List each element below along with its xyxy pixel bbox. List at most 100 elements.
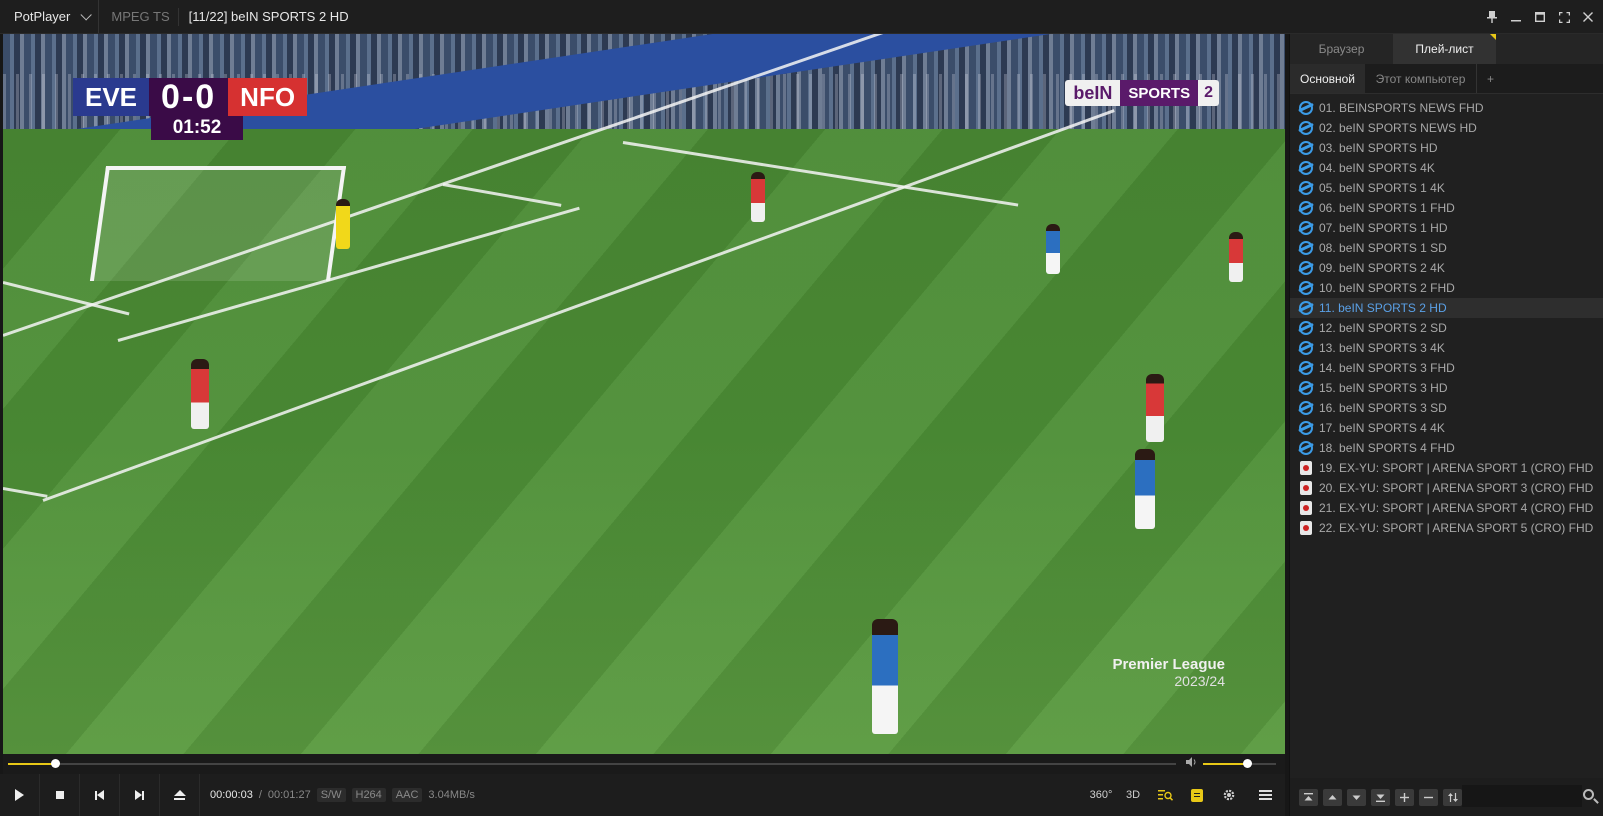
playlist-item[interactable]: 02. beIN SPORTS NEWS HD [1290,118,1603,138]
player-red [1146,374,1164,442]
playlist-item-label: 06. beIN SPORTS 1 FHD [1319,201,1455,215]
fullscreen-icon[interactable] [1555,8,1573,26]
hamburger-icon [1258,794,1272,796]
sort-icon [1447,792,1458,802]
ie-icon [1298,101,1313,116]
playlist-item[interactable]: 22. EX-YU: SPORT | ARENA SPORT 5 (CRO) F… [1290,518,1603,538]
playlist-item-label: 16. beIN SPORTS 3 SD [1319,401,1447,415]
maximize-icon[interactable] [1531,8,1549,26]
minus-icon [1424,796,1433,798]
potplayer-window: PotPlayer MPEG TS [11/22] beIN SPORTS 2 … [0,0,1603,816]
playlist-item-label: 22. EX-YU: SPORT | ARENA SPORT 5 (CRO) F… [1319,521,1594,535]
playlist-item-label: 15. beIN SPORTS 3 HD [1319,381,1448,395]
remove-item-button[interactable] [1419,788,1438,806]
player-blue [1046,224,1060,274]
pin-icon[interactable] [1483,8,1501,26]
volume-handle[interactable] [1242,759,1252,768]
next-icon [135,790,144,800]
decoder-tag[interactable]: S/W [316,788,346,802]
playlist-search-button[interactable] [1149,774,1181,816]
move-bottom-button[interactable] [1371,788,1390,806]
control-bar: 00:00:03 / 00:01:27 S/W H264 AAC 3.04MB/… [0,774,1285,816]
playlist-item-label: 01. BEINSPORTS NEWS FHD [1319,101,1484,115]
playlist-item-label: 09. beIN SPORTS 2 4K [1319,261,1445,275]
add-item-button[interactable] [1395,788,1414,806]
playlist-item[interactable]: 01. BEINSPORTS NEWS FHD [1290,98,1603,118]
playlist-item-label: 04. beIN SPORTS 4K [1319,161,1435,175]
settings-button[interactable] [1213,774,1245,816]
total-time: 00:01:27 [267,789,311,801]
playlist-item[interactable]: 13. beIN SPORTS 3 4K [1290,338,1603,358]
ie-icon [1298,141,1313,156]
seek-progress [8,763,55,765]
ie-icon [1298,161,1313,176]
playlist-item[interactable]: 08. beIN SPORTS 1 SD [1290,238,1603,258]
playlist-item-label: 21. EX-YU: SPORT | ARENA SPORT 4 (CRO) F… [1319,501,1594,515]
playlist-item-label: 08. beIN SPORTS 1 SD [1319,241,1447,255]
box-edge-line [442,183,562,207]
next-button[interactable] [120,774,160,816]
video-file-icon [1298,501,1313,516]
play-button[interactable] [0,774,40,816]
ie-icon [1298,401,1313,416]
vr-360-button[interactable]: 360° [1085,774,1117,816]
playlist-item[interactable]: 10. beIN SPORTS 2 FHD [1290,278,1603,298]
add-tab-button[interactable]: + [1477,64,1504,93]
playlist-item[interactable]: 09. beIN SPORTS 2 4K [1290,258,1603,278]
playlist-item[interactable]: 18. beIN SPORTS 4 FHD [1290,438,1603,458]
playlist-item[interactable]: 12. beIN SPORTS 2 SD [1290,318,1603,338]
video-area[interactable]: EVE 0-0 NFO 01:52 beIN SPORTS 2 Premier … [3,34,1285,754]
close-icon[interactable] [1579,8,1597,26]
video-file-icon [1298,521,1313,536]
playlist-item[interactable]: 17. beIN SPORTS 4 4K [1290,418,1603,438]
video-codec-tag[interactable]: H264 [351,788,386,802]
playlist-item[interactable]: 19. EX-YU: SPORT | ARENA SPORT 1 (CRO) F… [1290,458,1603,478]
playlist-item[interactable]: 05. beIN SPORTS 1 4K [1290,178,1603,198]
move-up-icon [1328,794,1337,799]
stop-icon [55,791,64,799]
playlist-item[interactable]: 07. beIN SPORTS 1 HD [1290,218,1603,238]
3d-button[interactable]: 3D [1117,774,1149,816]
volume-icon[interactable] [1186,757,1197,770]
plus-icon [1400,792,1409,802]
playlist-item[interactable]: 03. beIN SPORTS HD [1290,138,1603,158]
move-up-button[interactable] [1323,788,1342,806]
previous-button[interactable] [80,774,120,816]
audio-codec-tag[interactable]: AAC [391,788,423,802]
playlist-item-label: 10. beIN SPORTS 2 FHD [1319,281,1455,295]
playlist-item[interactable]: 04. beIN SPORTS 4K [1290,158,1603,178]
menu-button[interactable] [1245,774,1285,816]
playlist-item[interactable]: 11. beIN SPORTS 2 HD [1290,298,1603,318]
minimize-icon[interactable] [1507,8,1525,26]
move-top-button[interactable] [1299,788,1318,806]
sort-button[interactable] [1443,788,1462,806]
volume-slider[interactable] [1203,759,1276,768]
seek-handle[interactable] [50,759,60,768]
playlist-item[interactable]: 14. beIN SPORTS 3 FHD [1290,358,1603,378]
playlist-item[interactable]: 16. beIN SPORTS 3 SD [1290,398,1603,418]
tab-browser[interactable]: Браузер [1290,34,1393,64]
move-down-button[interactable] [1347,788,1366,806]
subtab-main[interactable]: Основной [1290,64,1366,93]
playlist-item[interactable]: 06. beIN SPORTS 1 FHD [1290,198,1603,218]
league-name: Premier League [1112,656,1225,673]
ie-icon [1298,361,1313,376]
playlist-search-input[interactable] [1462,785,1582,807]
search-icon[interactable] [1583,789,1594,800]
subtab-this-computer[interactable]: Этот компьютер [1365,64,1478,93]
subtitle-button[interactable] [1181,774,1213,816]
playlist-item[interactable]: 20. EX-YU: SPORT | ARENA SPORT 3 (CRO) F… [1290,478,1603,498]
seek-bar[interactable] [8,759,1176,768]
open-button[interactable] [160,774,200,816]
right-controls: 360° 3D [1085,774,1285,816]
move-bottom-icon [1376,794,1385,802]
stop-button[interactable] [40,774,80,816]
bottom-line [3,487,48,498]
tab-playlist[interactable]: Плей-лист [1393,34,1496,64]
panel-tabs: Браузер Плей-лист [1290,34,1603,64]
playlist-item[interactable]: 15. beIN SPORTS 3 HD [1290,378,1603,398]
playlist-item[interactable]: 21. EX-YU: SPORT | ARENA SPORT 4 (CRO) F… [1290,498,1603,518]
scorebug: EVE 0-0 NFO 01:52 [73,78,308,140]
app-menu-button[interactable]: PotPlayer [0,0,100,33]
score: 0-0 [149,78,229,116]
